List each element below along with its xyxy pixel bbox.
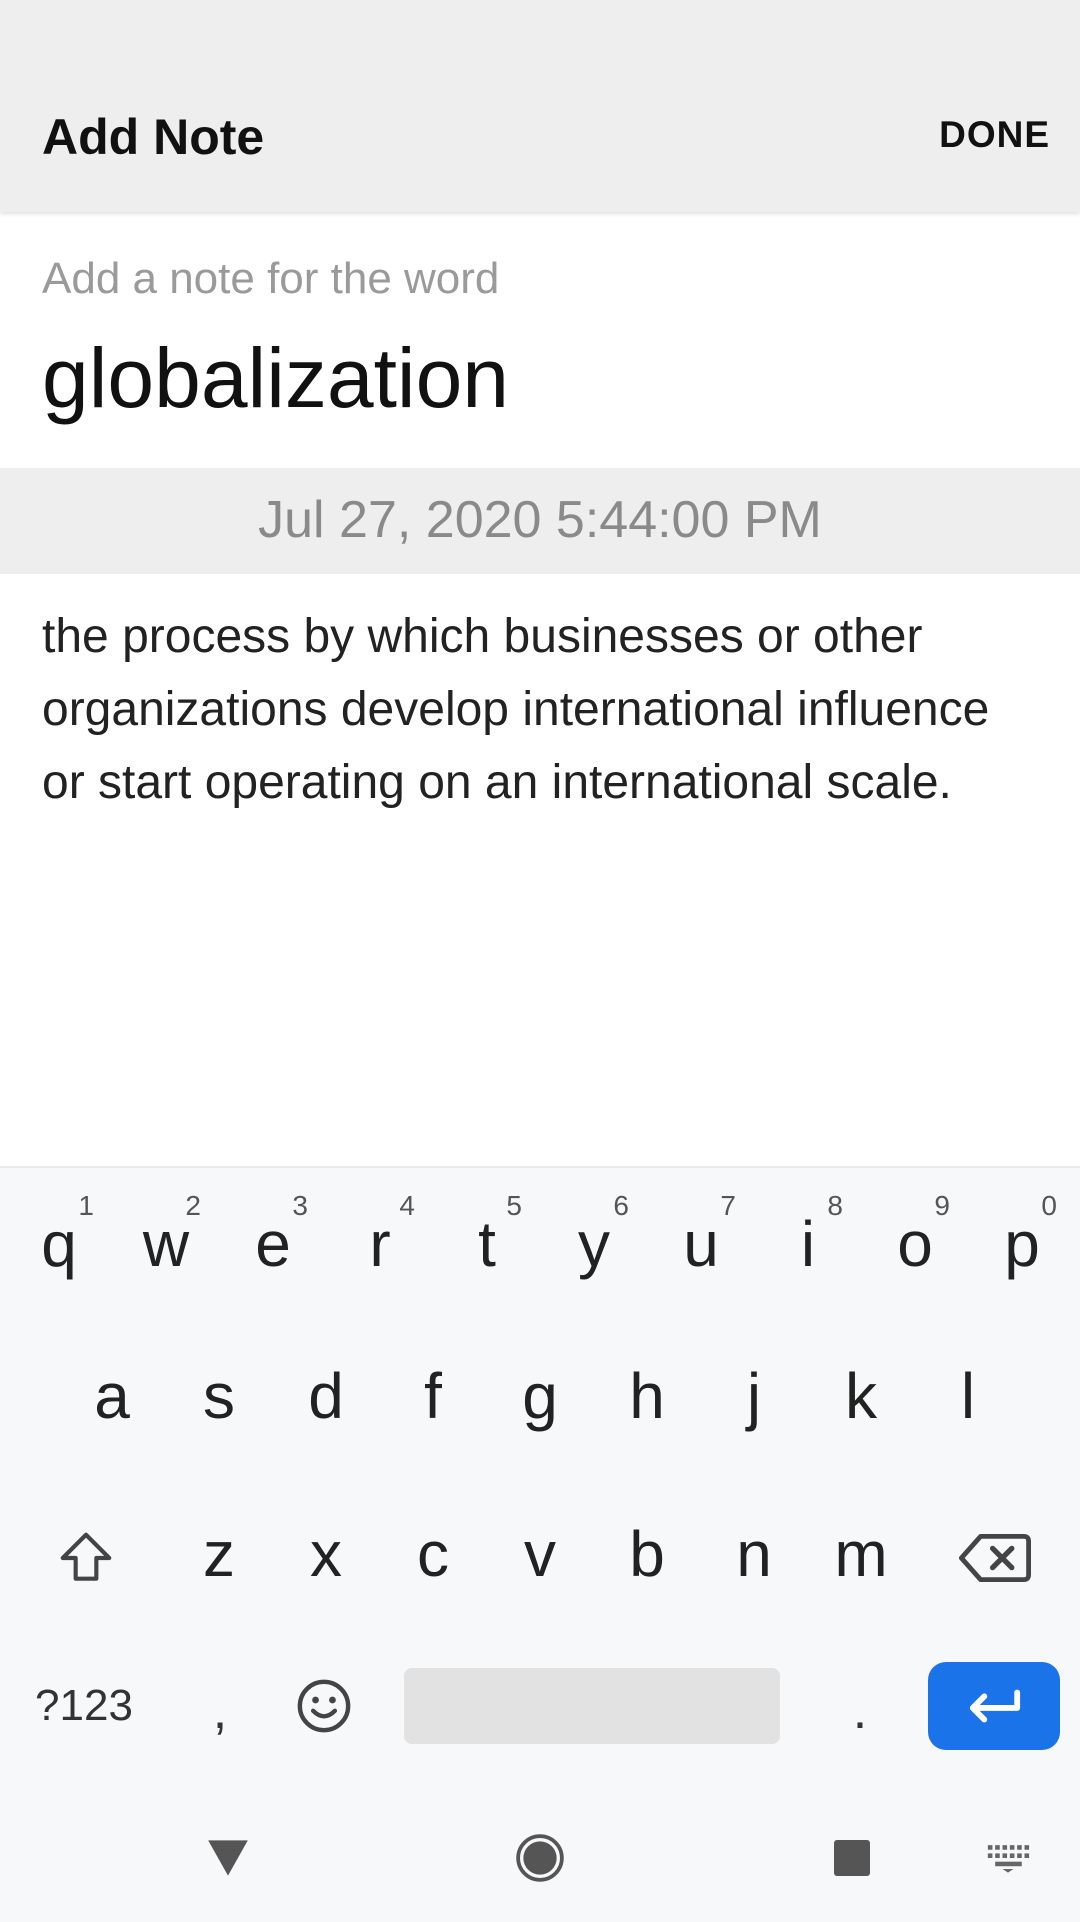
key-label: s (203, 1360, 235, 1432)
key-label: f (424, 1360, 442, 1432)
key-number-hint: 3 (292, 1190, 308, 1221)
key-label: b (629, 1518, 665, 1590)
key-label: c (417, 1518, 449, 1590)
key-p[interactable]: p0 (969, 1184, 1075, 1304)
key-x[interactable]: x (273, 1494, 379, 1614)
key-label: t (478, 1208, 496, 1280)
key-c[interactable]: c (380, 1494, 486, 1614)
key-label: n (736, 1518, 772, 1590)
back-nav-button[interactable] (196, 1826, 260, 1890)
key-e[interactable]: e3 (220, 1184, 326, 1304)
key-number-hint: 5 (506, 1190, 522, 1221)
emoji-icon (297, 1679, 351, 1733)
key-l[interactable]: l (915, 1336, 1021, 1456)
key-label: d (308, 1360, 344, 1432)
note-date: Jul 27, 2020 5:44:00 PM (258, 491, 822, 549)
key-n[interactable]: n (701, 1494, 807, 1614)
key-b[interactable]: b (594, 1494, 700, 1614)
backspace-icon (959, 1533, 1031, 1582)
key-label: u (683, 1208, 719, 1280)
key-number-hint: 6 (613, 1190, 629, 1221)
key-g[interactable]: g (487, 1336, 593, 1456)
key-a[interactable]: a (59, 1336, 165, 1456)
key-label: m (834, 1518, 888, 1590)
note-hint: Add a note for the word (42, 254, 500, 303)
key-t[interactable]: t5 (434, 1184, 540, 1304)
key-label: k (845, 1360, 877, 1432)
key-label: a (94, 1360, 130, 1432)
page-title: Add Note (42, 109, 265, 165)
key-z[interactable]: z (166, 1494, 272, 1614)
keyboard-icon (987, 1845, 1030, 1873)
key-i[interactable]: i8 (755, 1184, 861, 1304)
key-number-hint: 9 (934, 1190, 950, 1221)
key-k[interactable]: k (808, 1336, 914, 1456)
keyboard-switch-button[interactable] (980, 1834, 1036, 1882)
key-label: o (897, 1208, 933, 1280)
key-label: i (800, 1208, 816, 1280)
key-w[interactable]: w2 (113, 1184, 219, 1304)
date-bar: Jul 27, 2020 5:44:00 PM (0, 468, 1080, 574)
key-label: e (255, 1208, 291, 1280)
key-v[interactable]: v (487, 1494, 593, 1614)
key-label: y (578, 1208, 610, 1280)
enter-icon (969, 1689, 1021, 1723)
symbols-key[interactable]: ?123 (24, 1666, 144, 1746)
key-number-hint: 2 (185, 1190, 201, 1221)
key-label: z (203, 1518, 235, 1590)
comma-key[interactable]: , (180, 1666, 260, 1756)
key-number-hint: 0 (1041, 1190, 1057, 1221)
key-label: w (142, 1208, 190, 1280)
key-label: r (369, 1208, 391, 1280)
back-triangle-icon (208, 1840, 248, 1876)
emoji-key[interactable] (288, 1666, 360, 1746)
key-number-hint: 8 (827, 1190, 843, 1221)
recents-nav-button[interactable] (820, 1826, 884, 1890)
key-m[interactable]: m (808, 1494, 914, 1614)
key-label: x (310, 1518, 342, 1590)
key-f[interactable]: f (380, 1336, 486, 1456)
key-label: l (960, 1360, 976, 1432)
key-number-hint: 1 (78, 1190, 94, 1221)
period-key[interactable]: . (820, 1666, 900, 1756)
note-text-area[interactable]: the process by which businesses or other… (42, 600, 1042, 819)
key-s[interactable]: s (166, 1336, 272, 1456)
shift-key[interactable] (40, 1498, 132, 1618)
key-label: j (746, 1360, 762, 1432)
key-label: v (524, 1518, 556, 1590)
done-button[interactable]: DONE (939, 114, 1050, 156)
shift-icon (60, 1532, 112, 1581)
key-u[interactable]: u7 (648, 1184, 754, 1304)
home-circle-icon (516, 1834, 564, 1882)
space-bar[interactable] (404, 1668, 780, 1744)
key-number-hint: 7 (720, 1190, 736, 1221)
recents-square-icon (834, 1840, 870, 1876)
key-label: g (522, 1360, 558, 1432)
home-nav-button[interactable] (508, 1826, 572, 1890)
key-label: q (41, 1208, 77, 1280)
backspace-key[interactable] (950, 1498, 1040, 1618)
key-label: h (629, 1360, 665, 1432)
enter-key[interactable] (928, 1662, 1060, 1750)
word-title: globalization (42, 331, 510, 425)
key-q[interactable]: q1 (6, 1184, 112, 1304)
key-r[interactable]: r4 (327, 1184, 433, 1304)
key-label: p (1004, 1208, 1040, 1280)
key-o[interactable]: o9 (862, 1184, 968, 1304)
app-bar: Add Note DONE (0, 0, 1080, 212)
key-y[interactable]: y6 (541, 1184, 647, 1304)
key-d[interactable]: d (273, 1336, 379, 1456)
key-number-hint: 4 (399, 1190, 415, 1221)
key-j[interactable]: j (701, 1336, 807, 1456)
key-h[interactable]: h (594, 1336, 700, 1456)
